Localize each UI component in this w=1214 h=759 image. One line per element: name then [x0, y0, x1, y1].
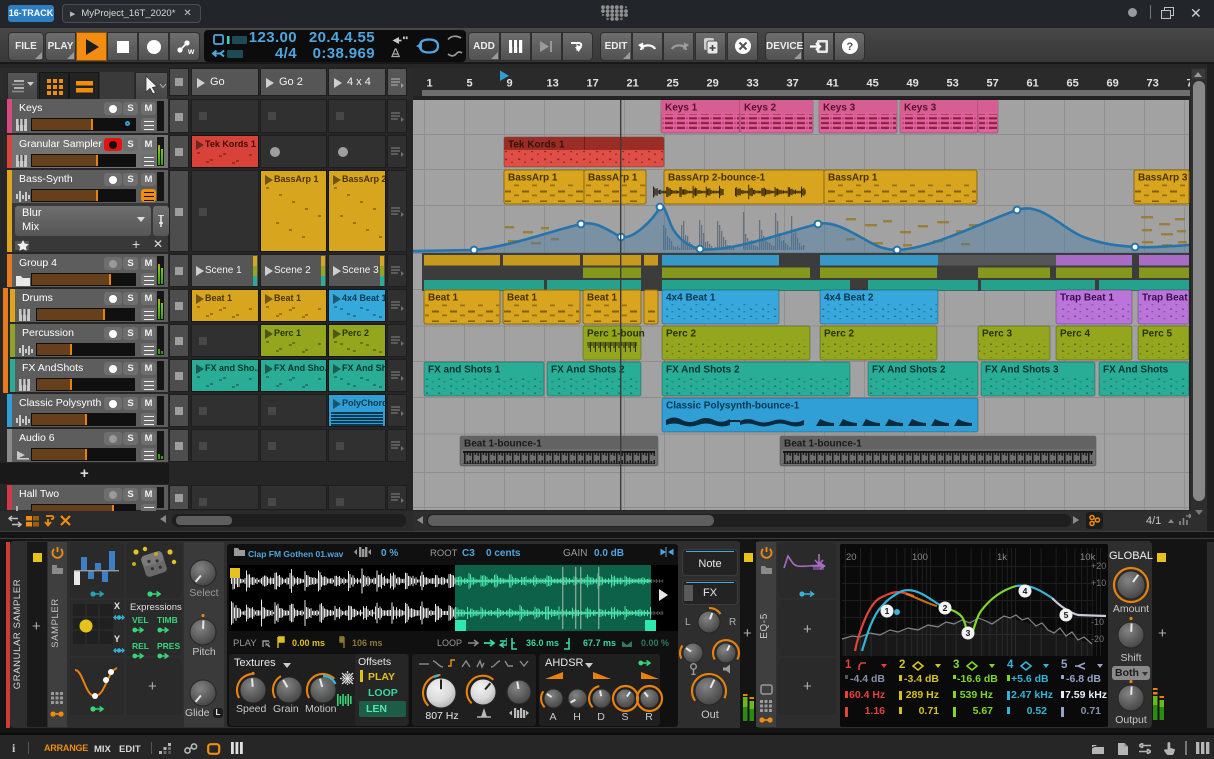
- svg-text:57: 57: [987, 78, 999, 90]
- svg-text:49: 49: [907, 78, 919, 90]
- svg-text:2: 2: [943, 603, 948, 613]
- svg-text:FX And Shots 3: FX And Shots 3: [985, 365, 1059, 376]
- svg-text:Beat 1: Beat 1: [507, 293, 537, 304]
- svg-text:Trap Beat 2: Trap Beat 2: [1142, 293, 1190, 304]
- svg-text:5: 5: [1064, 610, 1069, 620]
- svg-text:?: ?: [846, 41, 853, 53]
- svg-text:33: 33: [747, 78, 759, 90]
- svg-text:FX And Shots 2: FX And Shots 2: [666, 365, 740, 376]
- svg-text:53: 53: [947, 78, 959, 90]
- svg-text:21: 21: [627, 78, 639, 90]
- svg-text:4x4 Beat 1: 4x4 Beat 1: [666, 293, 716, 304]
- svg-text:13: 13: [547, 78, 559, 90]
- svg-text:1: 1: [885, 606, 890, 616]
- svg-text:45: 45: [867, 78, 879, 90]
- svg-text:Perc 2: Perc 2: [666, 329, 696, 340]
- svg-text:61: 61: [1027, 78, 1039, 90]
- svg-text:BassArp 1: BassArp 1: [588, 173, 638, 184]
- svg-text:100: 100: [912, 552, 928, 563]
- svg-text:BassArp 2-bounce-1: BassArp 2-bounce-1: [668, 173, 766, 184]
- svg-text:Tek Kords 1: Tek Kords 1: [508, 140, 565, 151]
- svg-text:FX And Shots 2: FX And Shots 2: [872, 365, 946, 376]
- svg-text:Beat 1: Beat 1: [587, 293, 617, 304]
- svg-text:73: 73: [1147, 78, 1159, 90]
- svg-text:w: w: [187, 47, 195, 56]
- svg-text:Perc 1-boun: Perc 1-boun: [587, 329, 645, 340]
- svg-text:Keys 3: Keys 3: [904, 103, 937, 114]
- svg-text:Beat 1-bounce-1: Beat 1-bounce-1: [464, 439, 542, 450]
- svg-text:3: 3: [966, 628, 971, 638]
- svg-text:Perc 3: Perc 3: [982, 329, 1012, 340]
- svg-text:1: 1: [427, 78, 433, 90]
- svg-text:29: 29: [707, 78, 719, 90]
- svg-text:25: 25: [667, 78, 679, 90]
- svg-text:20: 20: [846, 552, 857, 563]
- svg-text:Perc 5: Perc 5: [1142, 329, 1172, 340]
- svg-text:37: 37: [787, 78, 799, 90]
- svg-text:R: R: [265, 641, 270, 648]
- svg-text:Perc 4: Perc 4: [1060, 329, 1090, 340]
- svg-text:4: 4: [1023, 586, 1028, 596]
- svg-text:1k: 1k: [997, 552, 1007, 563]
- svg-text:77: 77: [1187, 78, 1191, 90]
- svg-text:Beat 1-bounce-1: Beat 1-bounce-1: [784, 439, 862, 450]
- svg-text:FX And Shots 2: FX And Shots 2: [551, 365, 625, 376]
- svg-text:9: 9: [507, 78, 513, 90]
- svg-text:65: 65: [1067, 78, 1079, 90]
- svg-text:5: 5: [467, 78, 473, 90]
- svg-text:Classic Polysynth-bounce-1: Classic Polysynth-bounce-1: [666, 401, 800, 412]
- svg-text:41: 41: [827, 78, 839, 90]
- svg-text:BassArp 1: BassArp 1: [508, 173, 558, 184]
- svg-text:-20: -20: [1091, 634, 1104, 644]
- svg-text:+10: +10: [1091, 578, 1106, 588]
- svg-text:69: 69: [1107, 78, 1119, 90]
- svg-text:-10: -10: [1091, 617, 1104, 627]
- svg-text:4x4 Beat 2: 4x4 Beat 2: [824, 293, 874, 304]
- svg-text:Perc 2: Perc 2: [824, 329, 854, 340]
- svg-text:Beat 1: Beat 1: [428, 293, 458, 304]
- svg-text:BassArp 1: BassArp 1: [828, 173, 878, 184]
- svg-text:Keys 2: Keys 2: [744, 103, 777, 114]
- svg-text:BassArp 3: BassArp 3: [1138, 173, 1188, 184]
- svg-text:17: 17: [587, 78, 599, 90]
- svg-text:+20: +20: [1091, 561, 1106, 571]
- svg-text:Keys 1: Keys 1: [665, 103, 698, 114]
- svg-text:FX And Shots: FX And Shots: [1103, 365, 1169, 376]
- svg-text:Keys 3: Keys 3: [823, 103, 856, 114]
- svg-text:FX and Shots 1: FX and Shots 1: [428, 365, 501, 376]
- svg-text:Trap Beat 1: Trap Beat 1: [1060, 293, 1114, 304]
